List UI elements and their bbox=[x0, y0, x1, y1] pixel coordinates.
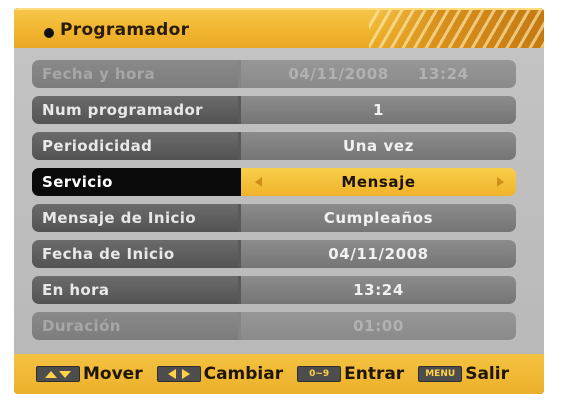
digits-key-icon: 0~9 bbox=[297, 366, 342, 382]
row-label: Num programador bbox=[32, 96, 238, 124]
hint-exit: MENU Salir bbox=[418, 364, 509, 384]
title-bar: Programador bbox=[14, 8, 544, 50]
row-duracion: Duración 01:00 bbox=[32, 312, 516, 340]
left-right-key-icon bbox=[156, 366, 201, 382]
row-value[interactable]: 13:24 bbox=[238, 276, 516, 304]
servicio-selector[interactable]: Mensaje bbox=[238, 168, 516, 196]
row-label: Periodicidad bbox=[32, 132, 238, 160]
row-label: En hora bbox=[32, 276, 238, 304]
row-value[interactable]: Una vez bbox=[238, 132, 516, 160]
row-value: Mensaje bbox=[341, 173, 416, 191]
hint-enter: 0~9 Entrar bbox=[297, 364, 404, 384]
settings-panel: Fecha y hora 04/11/2008 13:24 Num progra… bbox=[14, 48, 544, 354]
hint-move-label: Mover bbox=[83, 364, 143, 384]
row-fecha-y-hora: Fecha y hora 04/11/2008 13:24 bbox=[32, 60, 516, 88]
page-title: Programador bbox=[60, 20, 190, 40]
tv-screen: Programador Fecha y hora 04/11/2008 13:2… bbox=[14, 8, 544, 394]
row-value: 01:00 bbox=[238, 312, 516, 340]
row-mensaje-de-inicio[interactable]: Mensaje de Inicio Cumpleaños bbox=[32, 204, 516, 232]
row-fecha-de-inicio[interactable]: Fecha de Inicio 04/11/2008 bbox=[32, 240, 516, 268]
row-value[interactable]: 1 bbox=[238, 96, 516, 124]
row-label: Fecha y hora bbox=[32, 60, 238, 88]
row-value: 04/11/2008 13:24 bbox=[238, 60, 516, 88]
menu-key-icon: MENU bbox=[418, 366, 463, 382]
bullet-icon bbox=[44, 28, 54, 38]
row-value[interactable]: 04/11/2008 bbox=[238, 240, 516, 268]
row-label: Fecha de Inicio bbox=[32, 240, 238, 268]
row-servicio[interactable]: Servicio Mensaje bbox=[32, 168, 516, 196]
row-label: Servicio bbox=[32, 168, 238, 196]
hint-exit-label: Salir bbox=[465, 364, 509, 384]
arrow-left-icon[interactable] bbox=[255, 177, 262, 187]
row-value[interactable]: Cumpleaños bbox=[238, 204, 516, 232]
row-en-hora[interactable]: En hora 13:24 bbox=[32, 276, 516, 304]
header-stripe-decoration bbox=[369, 10, 544, 50]
hint-move: Mover bbox=[36, 364, 143, 384]
help-bar: Mover Cambiar 0~9 Entrar MENU Salir bbox=[14, 354, 544, 394]
hint-change: Cambiar bbox=[156, 364, 284, 384]
hint-change-label: Cambiar bbox=[203, 364, 284, 384]
arrow-right-icon[interactable] bbox=[497, 177, 504, 187]
row-num-programador[interactable]: Num programador 1 bbox=[32, 96, 516, 124]
hint-enter-label: Entrar bbox=[344, 364, 405, 384]
row-label: Duración bbox=[32, 312, 238, 340]
row-label: Mensaje de Inicio bbox=[32, 204, 238, 232]
row-periodicidad[interactable]: Periodicidad Una vez bbox=[32, 132, 516, 160]
up-down-key-icon bbox=[36, 366, 80, 382]
